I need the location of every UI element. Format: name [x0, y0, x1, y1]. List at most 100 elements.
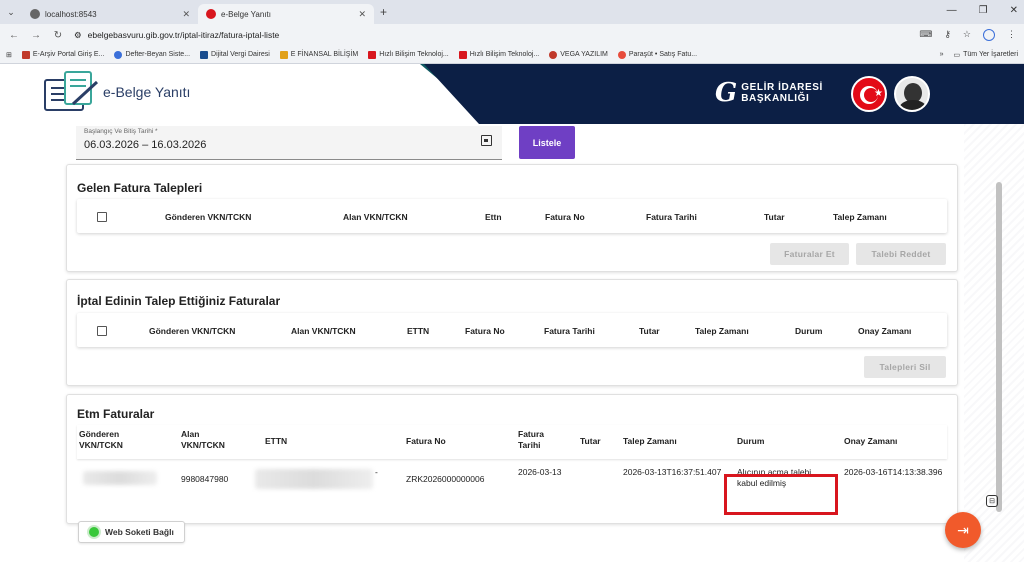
gib-logo: G GELİR İDARESİ BAŞKANLIĞI: [715, 78, 823, 108]
e-belge-logo-icon: [44, 71, 99, 111]
gib-name-line2: BAŞKANLIĞI: [741, 93, 810, 104]
column-header: Tutar: [639, 326, 660, 336]
websocket-label: Web Soketi Bağlı: [105, 527, 174, 537]
bookmark-item[interactable]: E-Arşiv Portal Giriş E...: [21, 50, 104, 59]
back-icon[interactable]: ←: [8, 30, 20, 41]
tab-label: e-Belge Yanıtı: [221, 9, 271, 19]
connected-dot-icon: [89, 527, 99, 537]
cell-fatura-tarihi: 2026-03-13: [518, 467, 562, 477]
gib-name-line1: GELİR İDARESİ: [741, 82, 823, 93]
redacted-ettn: [255, 469, 373, 489]
gelen-table-header: Gönderen VKN/TCKN Alan VKN/TCKN Ettn Fat…: [77, 199, 947, 233]
column-header: Fatura Tarihi: [646, 212, 697, 222]
forward-icon[interactable]: →: [30, 30, 42, 41]
date-range-value: 06.03.2026 – 16.03.2026: [84, 139, 207, 151]
select-all-checkbox[interactable]: [97, 326, 107, 336]
logout-icon[interactable]: ⇥: [945, 512, 981, 548]
column-header: Alan VKN/TCKN: [181, 429, 225, 450]
all-bookmarks-folder[interactable]: ▭ Tüm Yer İşaretleri: [954, 51, 1018, 59]
column-header: Onay Zamanı: [858, 326, 912, 336]
window-controls: — ❐ ✕: [947, 5, 1018, 16]
profile-icon[interactable]: [983, 29, 995, 41]
apps-icon[interactable]: ⊞: [6, 51, 12, 59]
bookmarks-more-button[interactable]: »: [940, 51, 944, 58]
star-icon[interactable]: ☆: [963, 29, 971, 41]
app-header: e-Belge Yanıtı G GELİR İDARESİ BAŞKANLIĞ…: [0, 64, 1024, 124]
faturalar-et-button[interactable]: Faturalar Et: [770, 243, 849, 265]
column-header: Ettn: [485, 212, 502, 222]
close-icon[interactable]: ✕: [358, 9, 366, 20]
iptal-card-title: İptal Edinin Talep Ettiğiniz Faturalar: [77, 294, 281, 308]
websocket-status-button[interactable]: Web Soketi Bağlı: [78, 521, 185, 543]
cell-ettn: -: [375, 467, 378, 477]
column-header: Alan VKN/TCKN: [343, 212, 408, 222]
bookmark-item[interactable]: Hızlı Bilişim Teknoloj...: [458, 50, 539, 59]
menu-icon[interactable]: ⋮: [1007, 29, 1016, 41]
minimize-icon[interactable]: —: [947, 5, 957, 16]
iptal-table-header: Gönderen VKN/TCKN Alan VKN/TCKN ETTN Fat…: [77, 313, 947, 347]
talebi-reddet-button[interactable]: Talebi Reddet: [856, 243, 946, 265]
column-header: Alan VKN/TCKN: [291, 326, 356, 336]
turkish-flag-icon: ★: [851, 76, 887, 112]
main-content: Başlangıç Ve Bitiş Tarihi * 06.03.2026 –…: [0, 124, 1024, 562]
gelen-card-title: Gelen Fatura Talepleri: [77, 181, 203, 195]
tab-search-icon[interactable]: ⌄: [0, 7, 22, 18]
column-header: Talep Zamanı: [623, 436, 677, 446]
bookmarks-bar: ⊞ E-Arşiv Portal Giriş E... Defter-Beyan…: [0, 46, 1024, 64]
browser-tab-bar: ⌄ localhost:8543 ✕ e-Belge Yanıtı ✕ + — …: [0, 0, 1024, 24]
bookmark-item[interactable]: Paraşüt • Satış Fatu...: [617, 50, 697, 59]
column-header: Gönderen VKN/TCKN: [79, 429, 123, 450]
bookmark-item[interactable]: Dijital Vergi Dairesi: [200, 50, 270, 59]
tab-localhost[interactable]: localhost:8543 ✕: [22, 4, 198, 24]
column-header: Gönderen VKN/TCKN: [149, 326, 236, 336]
bookmark-item[interactable]: E FİNANSAL BİLİŞİM: [279, 50, 358, 59]
durum-highlight-box: [724, 474, 838, 515]
bookmark-item[interactable]: Defter-Beyan Siste...: [114, 50, 190, 59]
reload-icon[interactable]: ↻: [52, 30, 64, 41]
calendar-icon[interactable]: [481, 135, 492, 146]
column-header: Gönderen VKN/TCKN: [165, 212, 252, 222]
new-tab-icon[interactable]: +: [380, 5, 387, 19]
etm-table-header: Gönderen VKN/TCKN Alan VKN/TCKN ETTN Fat…: [77, 425, 947, 459]
listele-button[interactable]: Listele: [519, 126, 575, 159]
close-window-icon[interactable]: ✕: [1010, 5, 1018, 16]
column-header: Tutar: [580, 436, 601, 446]
globe-icon: [30, 9, 40, 19]
ataturk-portrait-icon: [894, 76, 930, 112]
translate-icon[interactable]: ⌨: [919, 29, 932, 41]
column-header: Fatura Tarihi: [518, 429, 544, 450]
column-header: Fatura Tarihi: [544, 326, 595, 336]
address-bar: ← → ↻ ⚙ ebelgebasvuru.gib.gov.tr/iptal-i…: [0, 24, 1024, 46]
url-field[interactable]: ⚙ ebelgebasvuru.gib.gov.tr/iptal-itiraz/…: [74, 27, 909, 43]
column-header: Onay Zamanı: [844, 436, 898, 446]
column-header: Talep Zamanı: [695, 326, 749, 336]
etm-card-title: Etm Faturalar: [77, 407, 155, 421]
column-header: Durum: [795, 326, 823, 336]
cell-alan-vkn: 9980847980: [181, 474, 229, 484]
gib-favicon-icon: [206, 9, 216, 19]
select-all-checkbox[interactable]: [97, 212, 107, 222]
bookmark-item[interactable]: Hızlı Bilişim Teknoloj...: [368, 50, 449, 59]
column-header: Talep Zamanı: [833, 212, 887, 222]
page-scrollbar[interactable]: [996, 182, 1002, 512]
folder-icon: ▭: [953, 51, 961, 59]
tab-label: localhost:8543: [45, 9, 97, 19]
tab-ebelge[interactable]: e-Belge Yanıtı ✕: [198, 4, 374, 24]
talepleri-sil-button[interactable]: Talepleri Sil: [864, 356, 946, 378]
date-range-label: Başlangıç Ve Bitiş Tarihi *: [84, 128, 158, 135]
column-header: Durum: [737, 436, 765, 446]
bookmark-item[interactable]: VEGA YAZILIM: [549, 50, 608, 59]
site-info-icon[interactable]: ⚙: [74, 30, 82, 41]
password-key-icon[interactable]: ⚷: [944, 29, 951, 41]
column-header: Fatura No: [465, 326, 505, 336]
side-panel-icon[interactable]: ⊟: [986, 495, 998, 507]
column-header: ETTN: [265, 436, 288, 446]
url-text: ebelgebasvuru.gib.gov.tr/iptal-itiraz/fa…: [87, 30, 280, 40]
redacted-sender: [83, 471, 157, 485]
gib-mark-icon: G: [715, 78, 738, 108]
date-range-field[interactable]: Başlangıç Ve Bitiş Tarihi * 06.03.2026 –…: [76, 126, 502, 160]
maximize-icon[interactable]: ❐: [979, 5, 988, 16]
column-header: Fatura No: [545, 212, 585, 222]
close-icon[interactable]: ✕: [182, 9, 190, 20]
cell-talep-zamani: 2026-03-13T16:37:51.407: [623, 467, 722, 477]
